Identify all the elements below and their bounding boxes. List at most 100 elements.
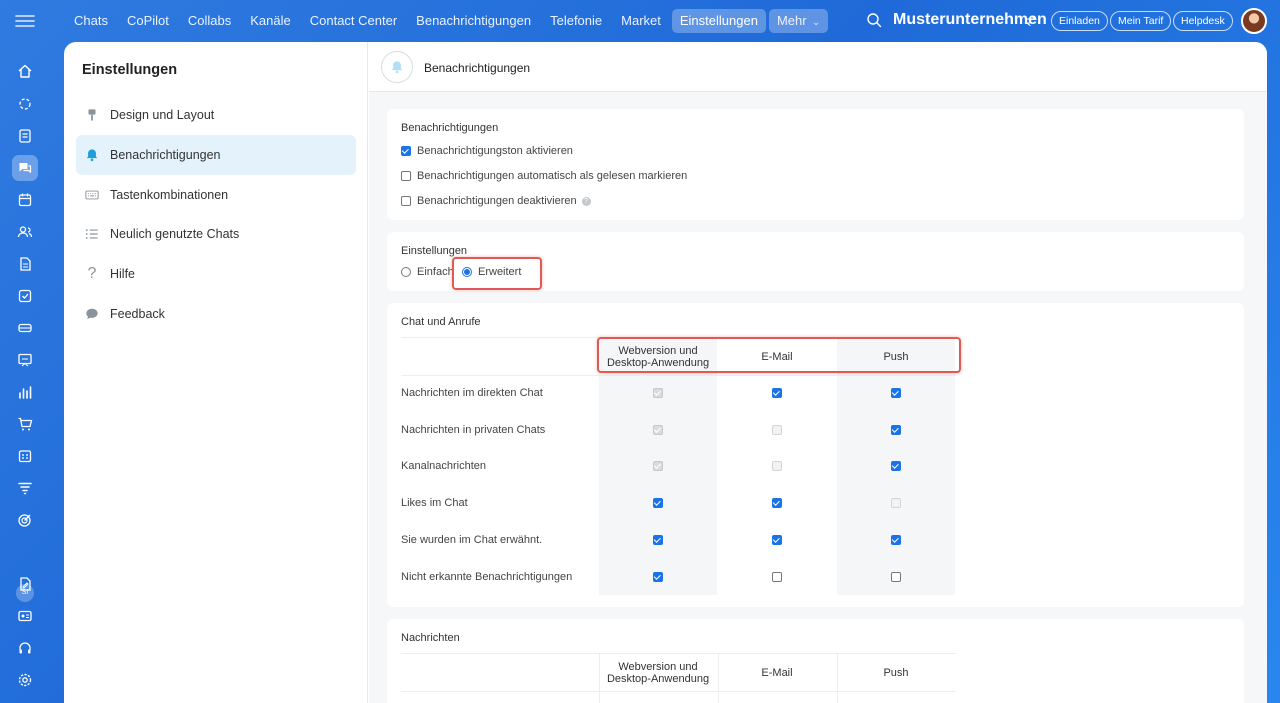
notification-checkbox[interactable] bbox=[772, 572, 782, 582]
sidebar-item-feedback[interactable]: Feedback bbox=[76, 294, 356, 334]
sidebar-item-label: Feedback bbox=[110, 307, 165, 321]
invite-button[interactable]: Einladen bbox=[1051, 11, 1108, 31]
notification-checkbox[interactable] bbox=[772, 388, 782, 398]
home-icon[interactable] bbox=[12, 58, 38, 84]
nav-copilot[interactable]: CoPilot bbox=[119, 9, 177, 33]
notification-checkbox bbox=[772, 425, 782, 435]
table-divider bbox=[401, 375, 956, 376]
notification-checkbox[interactable] bbox=[891, 572, 901, 582]
table-cell bbox=[837, 461, 955, 473]
menu-icon[interactable] bbox=[14, 12, 36, 30]
top-nav: Chats CoPilot Collabs Kanäle Contact Cen… bbox=[66, 9, 828, 33]
sidebar-item-notifications[interactable]: Benachrichtigungen bbox=[76, 135, 356, 175]
auto-read-checkbox[interactable] bbox=[401, 171, 411, 181]
table-cell bbox=[599, 461, 717, 473]
nav-telephony[interactable]: Telefonie bbox=[542, 9, 610, 33]
chat-icon[interactable] bbox=[12, 155, 38, 181]
helpdesk-button[interactable]: Helpdesk bbox=[1173, 11, 1233, 31]
contacts-icon[interactable] bbox=[12, 219, 38, 245]
column-divider bbox=[718, 653, 719, 703]
keyboard-icon bbox=[84, 187, 100, 203]
bell-icon bbox=[84, 147, 100, 163]
board-icon[interactable] bbox=[12, 347, 38, 373]
nav-notifications[interactable]: Benachrichtigungen bbox=[408, 9, 539, 33]
nav-collabs[interactable]: Collabs bbox=[180, 9, 239, 33]
analytics-icon[interactable] bbox=[12, 379, 38, 405]
radio-simple[interactable]: Einfach bbox=[401, 266, 454, 278]
shop-icon[interactable] bbox=[12, 411, 38, 437]
notification-checkbox[interactable] bbox=[653, 498, 663, 508]
simple-radio[interactable] bbox=[401, 267, 411, 277]
help-icon[interactable]: ? bbox=[581, 196, 591, 206]
advanced-radio[interactable] bbox=[462, 267, 472, 277]
my-plan-button[interactable]: Mein Tarif bbox=[1110, 11, 1172, 31]
section-title: Benachrichtigungen bbox=[401, 122, 499, 134]
switch-icon[interactable] bbox=[1025, 14, 1037, 27]
table-cell bbox=[718, 498, 836, 510]
question-icon: ? bbox=[87, 265, 97, 282]
notification-checkbox[interactable] bbox=[772, 498, 782, 508]
notification-checkbox[interactable] bbox=[891, 425, 901, 435]
nav-settings[interactable]: Einstellungen bbox=[671, 9, 766, 33]
radio-advanced[interactable]: Erweitert bbox=[462, 266, 521, 278]
avatar[interactable] bbox=[1241, 8, 1267, 34]
option-disable[interactable]: Benachrichtigungen deaktivieren ? bbox=[401, 195, 591, 207]
chevron-down-icon: ⌄ bbox=[812, 17, 820, 27]
sidebar-item-recent-chats[interactable]: Neulich genutzte Chats bbox=[76, 214, 356, 254]
notification-checkbox[interactable] bbox=[891, 535, 901, 545]
id-card-icon[interactable] bbox=[12, 603, 38, 629]
target-icon[interactable] bbox=[12, 507, 38, 533]
table-row-label: Likes im Chat bbox=[401, 497, 468, 509]
search-icon[interactable] bbox=[866, 12, 882, 28]
booking-icon[interactable] bbox=[12, 443, 38, 469]
option-label: Benachrichtigungston aktivieren bbox=[417, 145, 573, 157]
company-name[interactable]: Musterunternehmen bbox=[893, 11, 1047, 29]
drive-icon[interactable] bbox=[12, 315, 38, 341]
nav-channels[interactable]: Kanäle bbox=[242, 9, 298, 33]
option-sound[interactable]: Benachrichtigungston aktivieren bbox=[401, 145, 573, 157]
copilot-icon[interactable] bbox=[12, 91, 38, 117]
notification-checkbox[interactable] bbox=[653, 572, 663, 582]
feed-icon[interactable] bbox=[12, 123, 38, 149]
nav-more-button[interactable]: Mehr ⌄ bbox=[768, 9, 828, 33]
sidebar-item-design[interactable]: Design und Layout bbox=[76, 95, 356, 135]
table-cell bbox=[837, 535, 955, 547]
table-cell bbox=[599, 498, 717, 510]
top-bar: Chats CoPilot Collabs Kanäle Contact Cen… bbox=[0, 0, 1280, 42]
sidebar-item-label: Neulich genutzte Chats bbox=[110, 227, 240, 241]
calendar-icon[interactable] bbox=[12, 187, 38, 213]
left-rail: SI bbox=[0, 42, 50, 703]
sidebar-item-label: Benachrichtigungen bbox=[110, 148, 221, 162]
filter-icon[interactable] bbox=[12, 475, 38, 501]
sign-icon[interactable] bbox=[12, 571, 38, 597]
notification-checkbox[interactable] bbox=[653, 535, 663, 545]
nav-market[interactable]: Market bbox=[613, 9, 669, 33]
notification-checkbox[interactable] bbox=[891, 388, 901, 398]
sidebar-title: Einstellungen bbox=[82, 62, 178, 78]
option-auto-read[interactable]: Benachrichtigungen automatisch als geles… bbox=[401, 170, 687, 182]
docs-icon[interactable] bbox=[12, 251, 38, 277]
sidebar-item-label: Hilfe bbox=[110, 267, 136, 281]
settings-icon[interactable] bbox=[12, 667, 38, 693]
disable-checkbox[interactable] bbox=[401, 196, 411, 206]
nav-chats[interactable]: Chats bbox=[66, 9, 116, 33]
table-cell bbox=[837, 388, 955, 400]
sound-checkbox[interactable] bbox=[401, 146, 411, 156]
sidebar-item-label: Tastenkombinationen bbox=[110, 188, 229, 202]
headset-icon[interactable] bbox=[12, 635, 38, 661]
nav-contact-center[interactable]: Contact Center bbox=[302, 9, 405, 33]
notification-checkbox[interactable] bbox=[891, 461, 901, 471]
radio-label: Einfach bbox=[417, 266, 454, 278]
speech-bubble-icon bbox=[84, 306, 100, 322]
tasks-icon[interactable] bbox=[12, 283, 38, 309]
column-header-email: E-Mail bbox=[761, 351, 793, 363]
notification-checkbox[interactable] bbox=[772, 535, 782, 545]
sidebar-item-help[interactable]: ? Hilfe bbox=[76, 254, 356, 294]
table-cell bbox=[599, 535, 717, 547]
table-cell bbox=[718, 425, 836, 437]
radio-label: Erweitert bbox=[478, 266, 522, 278]
sidebar-item-shortcuts[interactable]: Tastenkombinationen bbox=[76, 175, 356, 215]
table-row-label: Nachrichten im direkten Chat bbox=[401, 387, 543, 399]
mode-section: Einstellungen Einfach Erweitert bbox=[387, 232, 1244, 291]
table-cell bbox=[599, 425, 717, 437]
